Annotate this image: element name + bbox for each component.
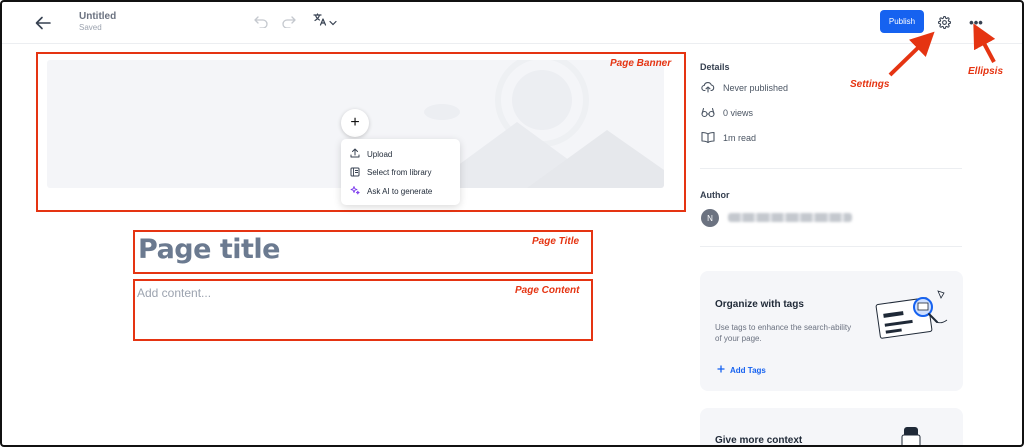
context-illustration-icon [900, 425, 924, 445]
gear-icon[interactable] [935, 13, 953, 31]
undo-icon[interactable] [253, 14, 269, 30]
publish-button[interactable]: Publish [880, 10, 924, 33]
page-content-input[interactable] [137, 286, 517, 300]
sparkle-icon [350, 185, 360, 197]
menu-item-library[interactable]: Select from library [341, 164, 460, 183]
details-heading: Details [700, 62, 730, 72]
divider [700, 246, 962, 247]
detail-views: 0 views [701, 106, 753, 120]
library-icon [350, 167, 360, 179]
detail-read-time: 1m read [701, 131, 756, 145]
page-title-input[interactable]: Page title [138, 234, 280, 265]
annotation-settings: Settings [850, 79, 890, 90]
banner-menu: Upload Select from library Ask AI to gen… [341, 139, 460, 205]
settings-arrow [888, 31, 935, 77]
top-bar: Untitled Saved Publish ••• [2, 2, 1022, 44]
context-card: Give more context [700, 408, 963, 446]
add-banner-button[interactable]: + [341, 109, 369, 137]
author-name-blurred [728, 213, 852, 222]
annotation-page-content: Page Content [515, 285, 580, 296]
tags-card: Organize with tags Use tags to enhance t… [700, 271, 963, 391]
plus-icon [717, 365, 725, 375]
save-status: Saved [79, 23, 102, 32]
ellipsis-icon[interactable]: ••• [966, 13, 986, 31]
cloud-upload-icon [701, 81, 715, 95]
menu-item-label: Ask AI to generate [367, 186, 433, 196]
upload-icon [350, 148, 360, 160]
translate-icon [313, 13, 327, 31]
menu-item-upload[interactable]: Upload [341, 145, 460, 164]
translate-button[interactable] [313, 13, 337, 31]
tags-card-title: Organize with tags [715, 299, 804, 310]
divider [700, 168, 962, 169]
detail-text: Never published [723, 83, 789, 93]
detail-publish-status: Never published [701, 81, 788, 95]
detail-text: 1m read [723, 133, 757, 143]
add-tags-label: Add Tags [730, 365, 766, 375]
tag-illustration-icon [875, 289, 953, 349]
tags-card-description: Use tags to enhance the search-ability o… [715, 323, 852, 343]
menu-item-label: Select from library [367, 168, 432, 178]
context-card-title: Give more context [715, 435, 803, 446]
redo-icon[interactable] [281, 14, 297, 30]
chevron-down-icon [329, 13, 337, 31]
annotation-page-title: Page Title [532, 236, 580, 247]
detail-text: 0 views [723, 108, 754, 118]
menu-item-ai-generate[interactable]: Ask AI to generate [341, 182, 460, 201]
avatar: N [701, 209, 719, 227]
document-title[interactable]: Untitled [79, 11, 116, 22]
annotation-page-banner: Page Banner [610, 58, 672, 69]
app-window: Untitled Saved Publish ••• + Upload Sele… [0, 0, 1024, 447]
add-tags-button[interactable]: Add Tags [717, 365, 766, 375]
glasses-icon [701, 106, 715, 120]
menu-item-label: Upload [367, 149, 393, 159]
back-arrow-icon[interactable] [32, 12, 54, 34]
book-icon [701, 131, 715, 145]
annotation-ellipsis: Ellipsis [968, 66, 1004, 77]
author-heading: Author [700, 190, 730, 200]
